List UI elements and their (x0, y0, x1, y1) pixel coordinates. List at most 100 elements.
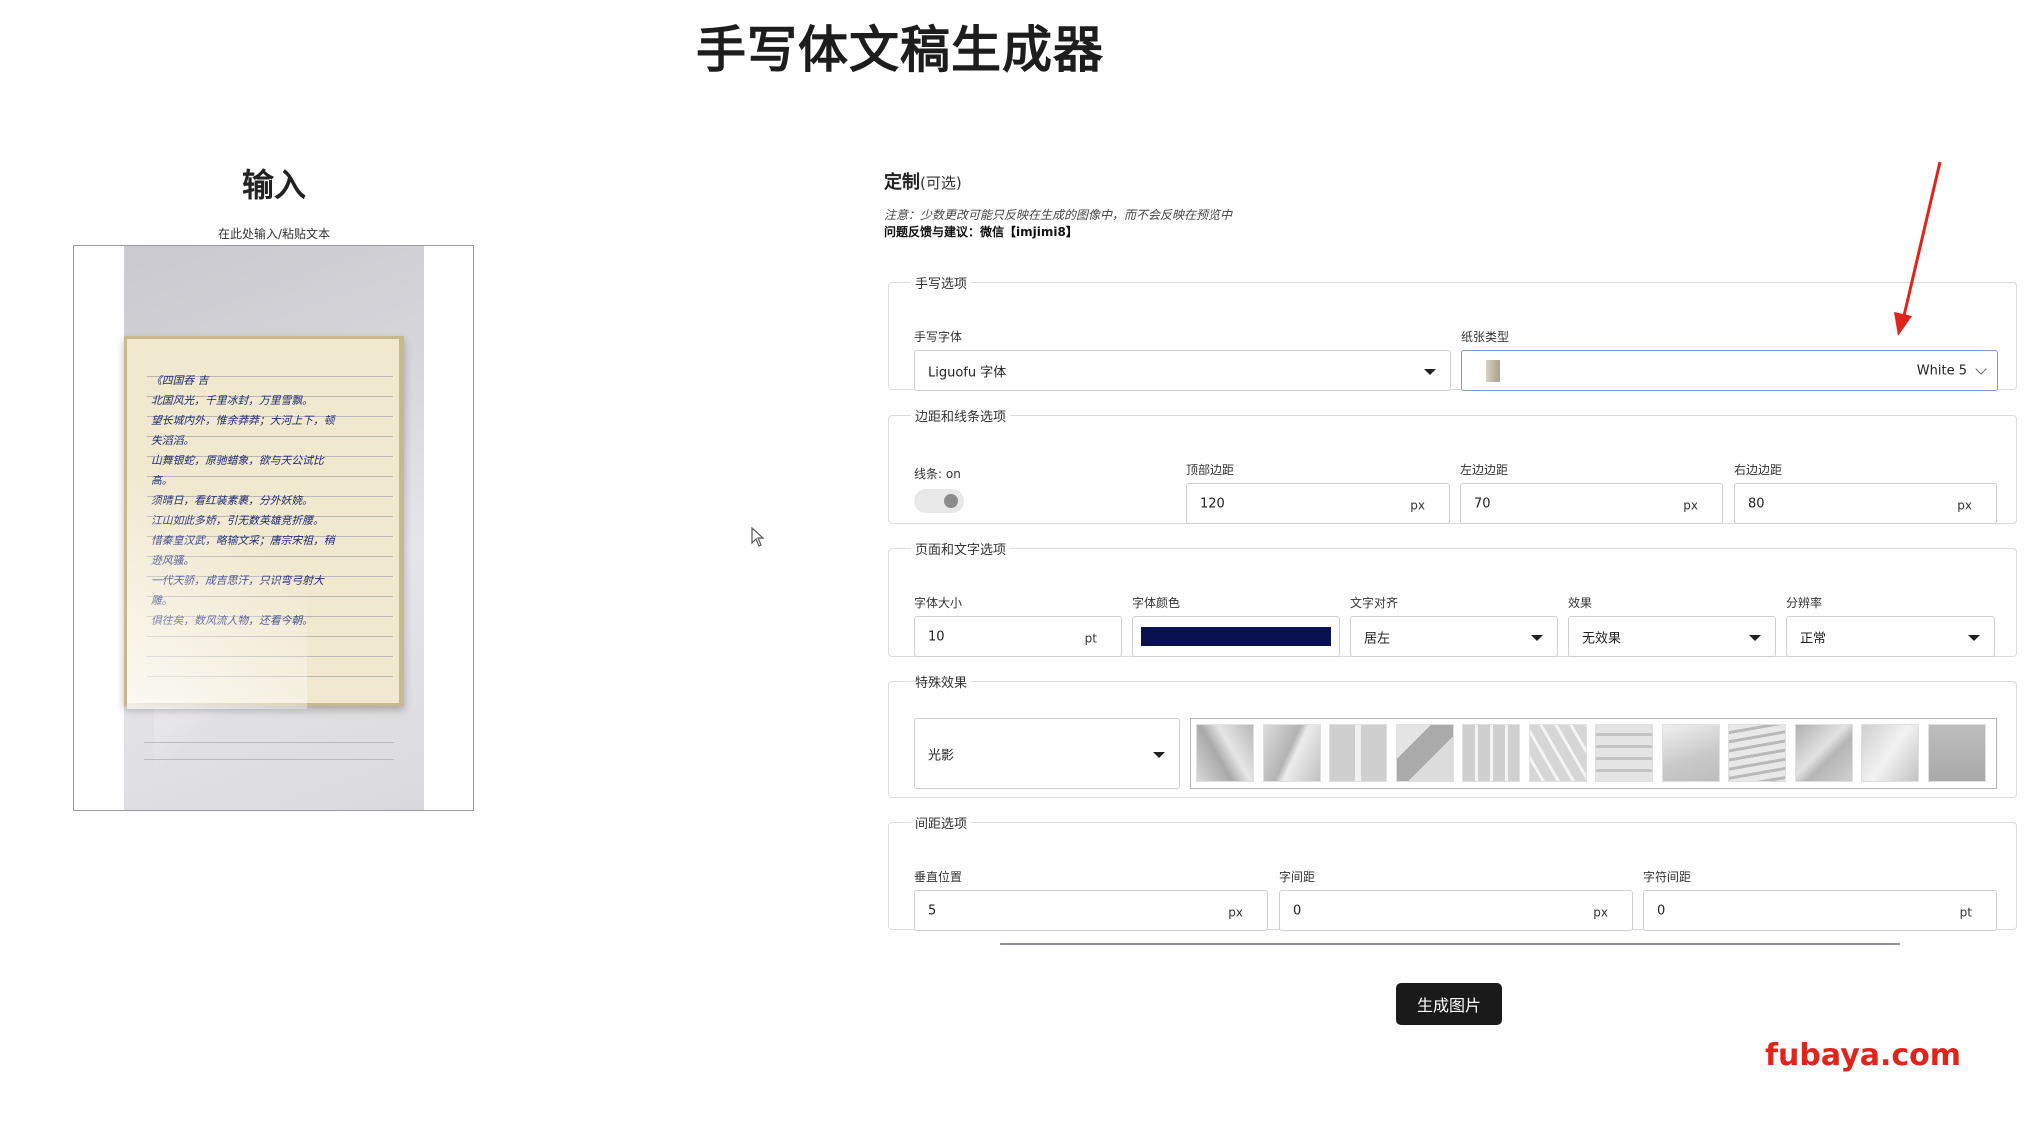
word-spacing-input[interactable]: 0 px (1279, 890, 1633, 931)
overlay-thumbnail[interactable] (1728, 724, 1786, 782)
preview-notebook: 《四国吞 吉北国风光，千里冰封，万里雪飘。望长城内外，惟余莽莽；大河上下，顿 失滔… (124, 336, 404, 709)
mouse-cursor-icon (751, 527, 765, 547)
special-effects-group: 特殊效果 光影 (888, 672, 2017, 798)
caret-down-icon (1153, 751, 1165, 758)
font-size-label: 字体大小 (914, 596, 963, 610)
spacing-options-group: 间距选项 垂直位置 5 px 字间距 0 px 字符间距 0 pt (888, 813, 2017, 931)
overlay-thumbnail[interactable] (1595, 724, 1653, 782)
word-spacing-unit: px (1593, 904, 1608, 919)
vertical-position-value: 5 (928, 903, 937, 918)
chevron-down-icon (1975, 362, 1987, 375)
overlay-thumbnail[interactable] (1927, 724, 1986, 782)
handwriting-options-legend: 手写选项 (915, 277, 968, 292)
special-effect-select[interactable]: 光影 (914, 718, 1180, 789)
text-align-select[interactable]: 居左 (1350, 616, 1558, 657)
font-color-label: 字体颜色 (1132, 596, 1181, 610)
customize-title: 定制(可选) (884, 168, 962, 194)
effect-value: 无效果 (1582, 631, 1622, 646)
top-margin-value: 120 (1200, 496, 1225, 511)
effect-label: 效果 (1568, 596, 1593, 610)
font-select-value: Liguofu 字体 (928, 365, 1007, 380)
handwritten-line: 《四国吞 吉 (151, 374, 209, 387)
effect-select[interactable]: 无效果 (1568, 616, 1776, 657)
font-color-picker[interactable] (1132, 616, 1340, 657)
generate-image-button[interactable]: 生成图片 (1396, 983, 1502, 1025)
word-spacing-label: 字间距 (1279, 870, 1316, 884)
top-margin-unit: px (1410, 497, 1425, 512)
font-label: 手写字体 (914, 330, 963, 344)
section-divider (1000, 943, 1900, 945)
left-margin-input[interactable]: 70 px (1460, 483, 1723, 524)
margin-options-group: 边距和线条选项 线条: on 顶部边距 120 px 左边边距 70 px 右边… (888, 406, 2017, 524)
margin-options-legend: 边距和线条选项 (915, 410, 1007, 425)
char-spacing-input[interactable]: 0 pt (1643, 890, 1997, 931)
char-spacing-unit: pt (1959, 904, 1972, 919)
page-title: 手写体文稿生成器 (696, 21, 1104, 79)
paper-label: 纸张类型 (1461, 330, 1510, 344)
resolution-label: 分辨率 (1786, 596, 1823, 610)
vertical-position-label: 垂直位置 (914, 870, 963, 884)
overlay-thumbnail[interactable] (1861, 724, 1919, 782)
special-effect-value: 光影 (928, 748, 955, 763)
text-align-label: 文字对齐 (1350, 596, 1399, 610)
overlay-thumbnail[interactable] (1262, 724, 1321, 782)
watermark: fubaya.com (1765, 1038, 1962, 1073)
resolution-select[interactable]: 正常 (1786, 616, 1995, 657)
right-margin-input[interactable]: 80 px (1734, 483, 1997, 524)
toggle-knob (944, 494, 958, 508)
vertical-position-unit: px (1228, 904, 1243, 919)
caret-down-icon (1424, 368, 1436, 375)
handwritten-line: 北国风光，千里冰封，万里雪飘。 (151, 394, 313, 407)
overlay-thumbnail[interactable] (1794, 724, 1853, 782)
handwriting-options-group: 手写选项 手写字体 Liguofu 字体 纸张类型 White 5 (888, 273, 2017, 391)
font-color-swatch (1141, 627, 1331, 646)
paper-select[interactable]: White 5 (1461, 350, 1998, 391)
lines-toggle-label: 线条: on (914, 467, 961, 481)
overlay-thumbnail[interactable] (1462, 724, 1520, 782)
left-margin-label: 左边边距 (1460, 463, 1509, 477)
special-effects-legend: 特殊效果 (915, 676, 968, 691)
left-margin-unit: px (1683, 497, 1698, 512)
caret-down-icon (1968, 634, 1980, 641)
word-spacing-value: 0 (1293, 903, 1302, 918)
font-size-unit: pt (1084, 630, 1097, 645)
annotation-arrow-icon (1894, 161, 1942, 336)
right-margin-value: 80 (1748, 496, 1765, 511)
top-margin-label: 顶部边距 (1186, 463, 1235, 477)
font-size-input[interactable]: 10 pt (914, 616, 1122, 657)
notebook-light-overlay (127, 459, 307, 709)
page-text-options-legend: 页面和文字选项 (915, 543, 1007, 558)
char-spacing-label: 字符间距 (1643, 870, 1692, 884)
paper-thumbnail-icon (1486, 360, 1500, 382)
spacing-options-legend: 间距选项 (915, 817, 968, 832)
customize-title-text: 定制 (884, 172, 920, 193)
top-margin-input[interactable]: 120 px (1186, 483, 1450, 524)
preview-bottom-rules (144, 726, 394, 766)
font-select[interactable]: Liguofu 字体 (914, 350, 1451, 391)
vertical-position-input[interactable]: 5 px (914, 890, 1268, 931)
input-hint: 在此处输入/粘贴文本 (217, 227, 331, 241)
overlay-thumbnail[interactable] (1528, 724, 1587, 782)
right-margin-unit: px (1957, 497, 1972, 512)
customize-notice: 注意：少数更改可能只反映在生成的图像中，而不会反映在预览中 (884, 208, 1233, 222)
handwriting-preview[interactable]: 《四国吞 吉北国风光，千里冰封，万里雪飘。望长城内外，惟余莽莽；大河上下，顿 失滔… (73, 245, 474, 811)
caret-down-icon (1531, 634, 1543, 641)
font-size-value: 10 (928, 629, 945, 644)
caret-down-icon (1749, 634, 1761, 641)
overlay-thumbnail[interactable] (1329, 724, 1387, 782)
text-align-value: 居左 (1364, 631, 1391, 646)
char-spacing-value: 0 (1657, 903, 1666, 918)
handwritten-line: 望长城内外，惟余莽莽；大河上下，顿 (151, 414, 335, 427)
right-margin-label: 右边边距 (1734, 463, 1783, 477)
paper-select-value: White 5 (1916, 363, 1967, 378)
overlay-thumbnail[interactable] (1661, 724, 1720, 782)
feedback-contact: 问题反馈与建议：微信【imjimi8】 (884, 225, 1078, 239)
input-heading: 输入 (241, 166, 306, 204)
customize-optional: (可选) (920, 174, 962, 192)
overlay-thumbnail[interactable] (1395, 724, 1454, 782)
resolution-value: 正常 (1800, 631, 1827, 646)
overlay-thumbnail[interactable] (1196, 724, 1254, 782)
lines-toggle[interactable] (914, 489, 964, 513)
overlay-thumbnail-strip (1190, 718, 1997, 789)
handwritten-line: 失滔滔。 (151, 434, 195, 447)
